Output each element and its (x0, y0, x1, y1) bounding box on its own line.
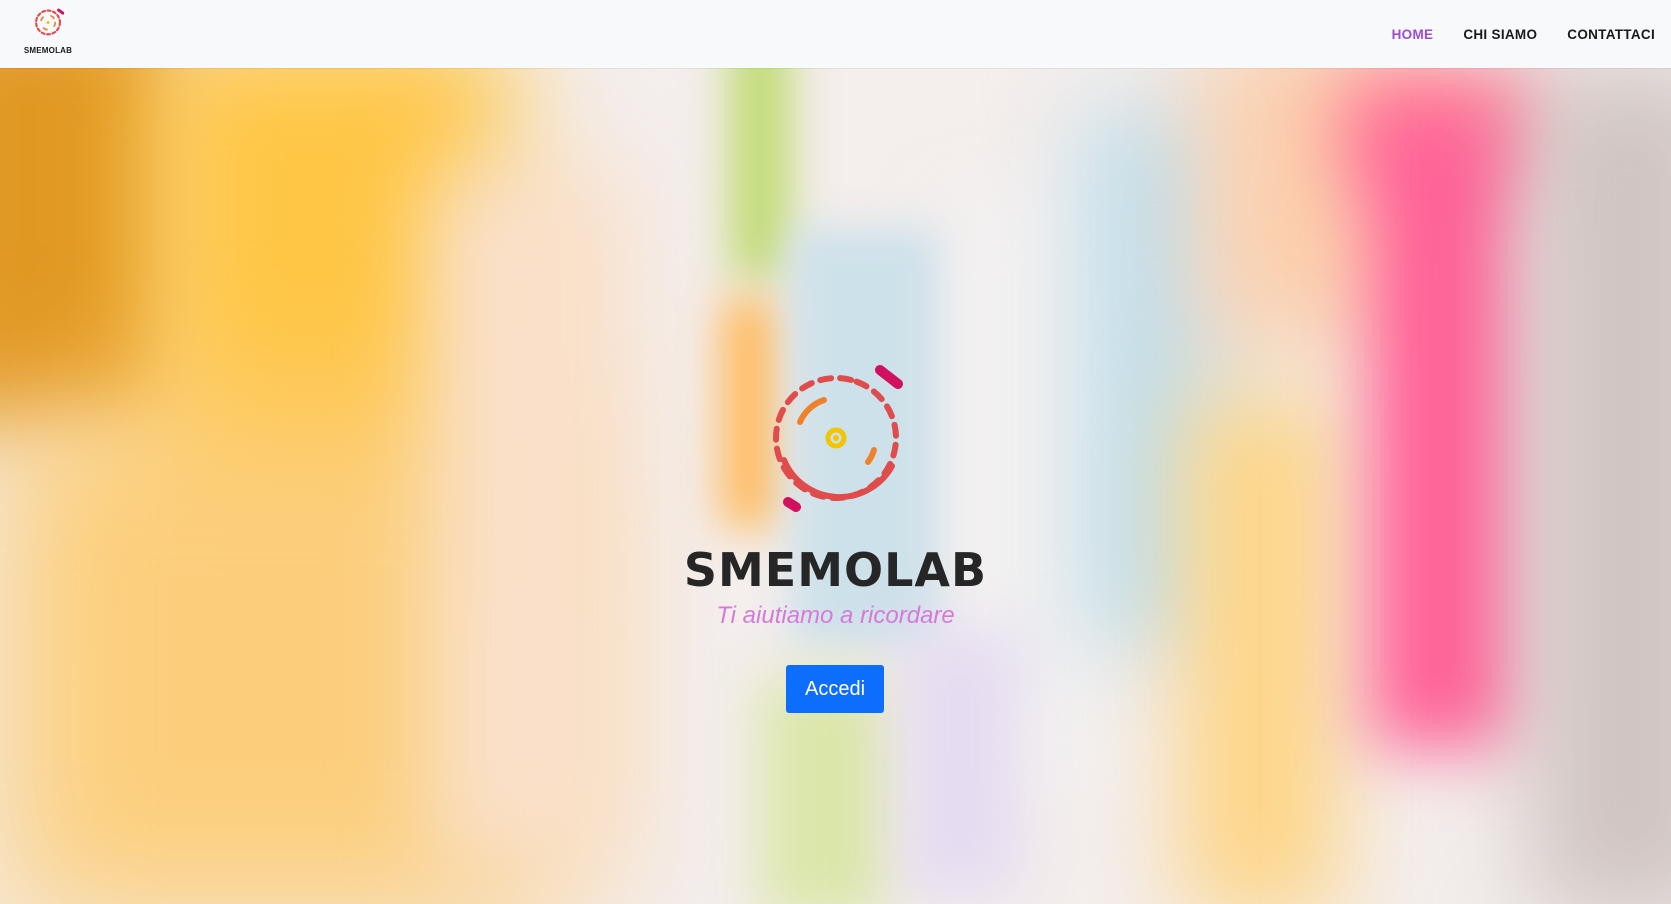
brand-label: SMEMOLAB (23, 46, 73, 55)
nav-link-home[interactable]: HOME (1392, 27, 1434, 42)
smemolab-logo-icon (773, 365, 903, 512)
page: SMEMOLAB HOME CHI SIAMO CONTATTACI SMEMO… (0, 0, 1671, 904)
nav-link-chi-siamo[interactable]: CHI SIAMO (1463, 27, 1537, 42)
nav-link-contattaci[interactable]: CONTATTACI (1567, 27, 1655, 42)
smemolab-logo-icon (35, 8, 64, 36)
hero-title: SMEMOLAB (683, 543, 988, 597)
hero-subtitle: Ti aiutiamo a ricordare (716, 602, 955, 629)
main-nav: HOME CHI SIAMO CONTATTACI (1392, 0, 1655, 68)
accedi-button[interactable]: Accedi (786, 665, 884, 713)
navbar: SMEMOLAB HOME CHI SIAMO CONTATTACI (0, 0, 1671, 68)
brand-logo-link[interactable]: SMEMOLAB (20, 8, 76, 60)
